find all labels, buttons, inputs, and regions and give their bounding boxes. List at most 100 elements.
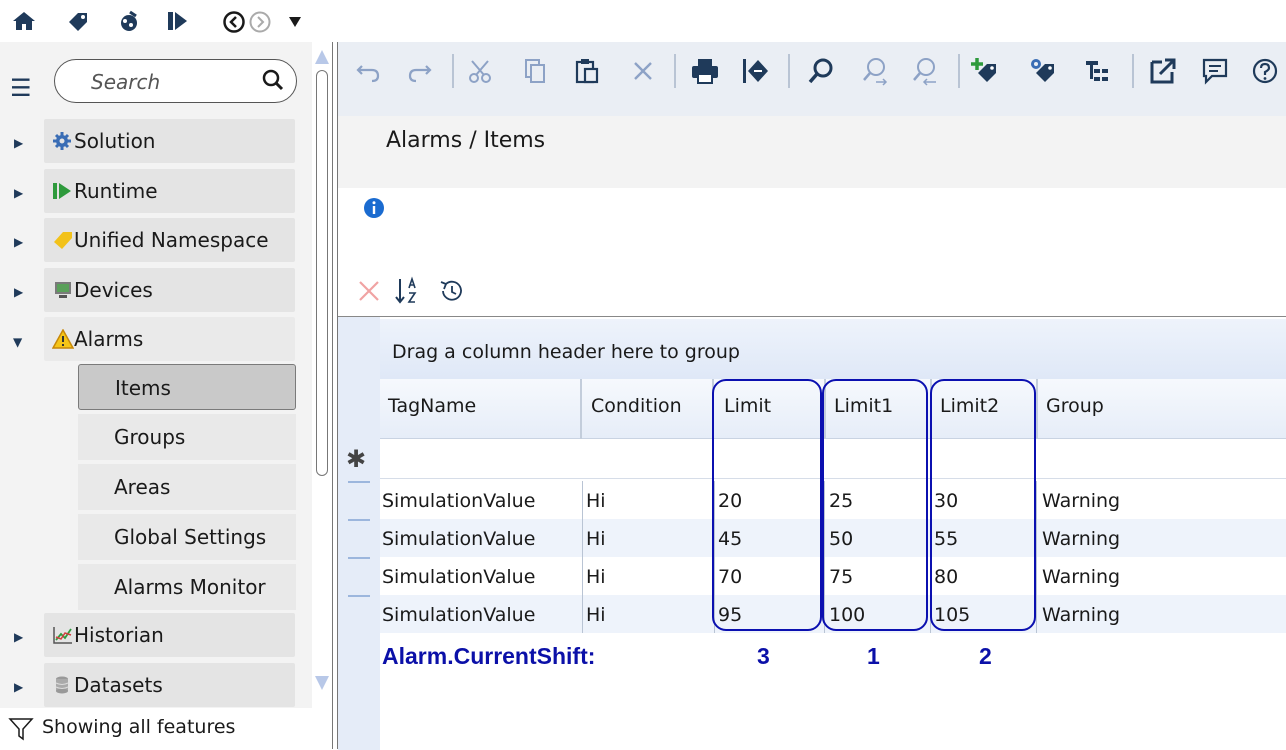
- row-indicator[interactable]: [348, 595, 370, 597]
- home-icon[interactable]: [12, 10, 36, 32]
- back-icon[interactable]: [222, 10, 246, 34]
- undo-icon[interactable]: [354, 56, 384, 86]
- help-icon[interactable]: [1250, 56, 1280, 86]
- sidebar-item-datasets[interactable]: Datasets: [44, 663, 295, 707]
- sidebar-item-label: Solution: [74, 129, 156, 153]
- sort-az-icon[interactable]: [394, 276, 424, 306]
- filter-status-text: Showing all features: [42, 716, 236, 738]
- run-icon[interactable]: [166, 10, 190, 32]
- filter-icon[interactable]: [8, 716, 34, 742]
- hierarchy-icon[interactable]: [1082, 56, 1112, 86]
- column-header-tagname[interactable]: TagName: [388, 395, 476, 417]
- redo-icon[interactable]: [404, 56, 434, 86]
- group-by-panel[interactable]: Drag a column header here to group: [380, 319, 1286, 379]
- sidebar-item-alarms-global-settings[interactable]: Global Settings: [78, 514, 296, 560]
- cell-tagname[interactable]: SimulationValue: [382, 604, 535, 626]
- column-header-condition[interactable]: Condition: [591, 395, 682, 417]
- toolbar-separator: [958, 54, 960, 88]
- copy-icon[interactable]: [520, 56, 550, 86]
- toolbar: [338, 42, 1286, 116]
- cell-tagname[interactable]: SimulationValue: [382, 566, 535, 588]
- info-icon[interactable]: [362, 196, 386, 220]
- expand-uns-icon[interactable]: ▶: [14, 235, 23, 249]
- row-indicator[interactable]: [348, 557, 370, 559]
- scroll-up-icon[interactable]: [315, 50, 329, 64]
- search-icon[interactable]: [259, 65, 289, 95]
- tag-icon[interactable]: [66, 10, 90, 32]
- devices-icon: [55, 282, 71, 298]
- collapse-alarms-icon[interactable]: ▶: [12, 338, 26, 347]
- dropdown-arrow-icon[interactable]: [288, 16, 302, 28]
- row-indicator[interactable]: [348, 481, 370, 483]
- sidebar-item-label: Devices: [74, 278, 153, 302]
- sidebar: ☰ ▶ Solution ▶ Runtime ▶ Unified Namespa…: [0, 42, 312, 749]
- sidebar-item-unified-namespace[interactable]: Unified Namespace: [44, 218, 295, 262]
- column-separator[interactable]: [1036, 379, 1038, 439]
- cell-tagname[interactable]: SimulationValue: [382, 528, 535, 550]
- cell-condition[interactable]: Hi: [586, 604, 606, 626]
- cell-tagname[interactable]: SimulationValue: [382, 490, 535, 512]
- menu-icon[interactable]: ☰: [10, 76, 32, 100]
- sidebar-item-alarms-items[interactable]: Items: [78, 364, 296, 410]
- history-icon[interactable]: [438, 277, 466, 305]
- find-previous-icon[interactable]: [910, 56, 940, 86]
- open-external-icon[interactable]: [1148, 56, 1178, 86]
- expand-solution-icon[interactable]: ▶: [14, 136, 23, 150]
- chart-icon: [53, 627, 72, 644]
- column-line: [582, 481, 583, 633]
- scrollbar-thumb[interactable]: [316, 70, 328, 476]
- cell-condition[interactable]: Hi: [586, 566, 606, 588]
- delete-icon[interactable]: [628, 56, 658, 86]
- row-indicator[interactable]: [348, 519, 370, 521]
- forward-icon[interactable]: [248, 10, 272, 34]
- clear-filter-icon[interactable]: [356, 278, 382, 304]
- sidebar-scrollbar[interactable]: [312, 42, 332, 708]
- find-next-icon[interactable]: [860, 56, 890, 86]
- print-icon[interactable]: [690, 56, 720, 86]
- expand-runtime-icon[interactable]: ▶: [14, 186, 23, 200]
- cell-group[interactable]: Warning: [1042, 566, 1120, 588]
- top-nav-bar: [0, 0, 330, 42]
- toolbar-separator: [674, 54, 676, 88]
- toolbar-separator: [788, 54, 790, 88]
- search-box[interactable]: [54, 59, 297, 103]
- paste-icon[interactable]: [572, 56, 602, 86]
- sidebar-item-devices[interactable]: Devices: [44, 268, 295, 312]
- sidebar-item-historian[interactable]: Historian: [44, 613, 295, 657]
- column-separator[interactable]: [580, 379, 582, 439]
- expand-datasets-icon[interactable]: ▶: [14, 680, 23, 694]
- expand-devices-icon[interactable]: ▶: [14, 285, 23, 299]
- find-icon[interactable]: [806, 56, 836, 86]
- tag-icon: [54, 232, 72, 249]
- cell-group[interactable]: Warning: [1042, 490, 1120, 512]
- cell-group[interactable]: Warning: [1042, 528, 1120, 550]
- warning-icon: [52, 329, 74, 349]
- sidebar-item-alarms-monitor[interactable]: Alarms Monitor: [78, 564, 296, 610]
- cell-condition[interactable]: Hi: [586, 490, 606, 512]
- tag-settings-icon[interactable]: [1028, 56, 1058, 86]
- sidebar-item-alarms-areas[interactable]: Areas: [78, 464, 296, 510]
- feature-filter[interactable]: Showing all features: [0, 708, 312, 749]
- search-input[interactable]: [91, 70, 251, 94]
- highlight-box-limit2: [930, 379, 1036, 631]
- database-icon: [55, 676, 69, 694]
- annotation-value-limit2: 2: [979, 643, 992, 669]
- sidebar-item-label: Alarms: [74, 327, 144, 351]
- comment-icon[interactable]: [1200, 56, 1230, 86]
- cell-condition[interactable]: Hi: [586, 528, 606, 550]
- cell-group[interactable]: Warning: [1042, 604, 1120, 626]
- devices-draw-icon[interactable]: [116, 10, 142, 32]
- sidebar-item-label: Areas: [114, 475, 171, 499]
- sidebar-item-alarms-groups[interactable]: Groups: [78, 414, 296, 460]
- cut-icon[interactable]: [466, 56, 496, 86]
- add-tag-icon[interactable]: [970, 56, 1000, 86]
- sidebar-item-solution[interactable]: Solution: [44, 119, 295, 163]
- column-header-group[interactable]: Group: [1046, 395, 1104, 417]
- sidebar-item-alarms[interactable]: Alarms: [44, 317, 295, 361]
- import-export-icon[interactable]: [740, 56, 770, 86]
- scroll-down-icon[interactable]: [315, 676, 329, 690]
- group-hint-text: Drag a column header here to group: [392, 341, 740, 363]
- sidebar-item-runtime[interactable]: Runtime: [44, 169, 295, 213]
- expand-historian-icon[interactable]: ▶: [14, 630, 23, 644]
- toolbar-separator: [452, 54, 454, 88]
